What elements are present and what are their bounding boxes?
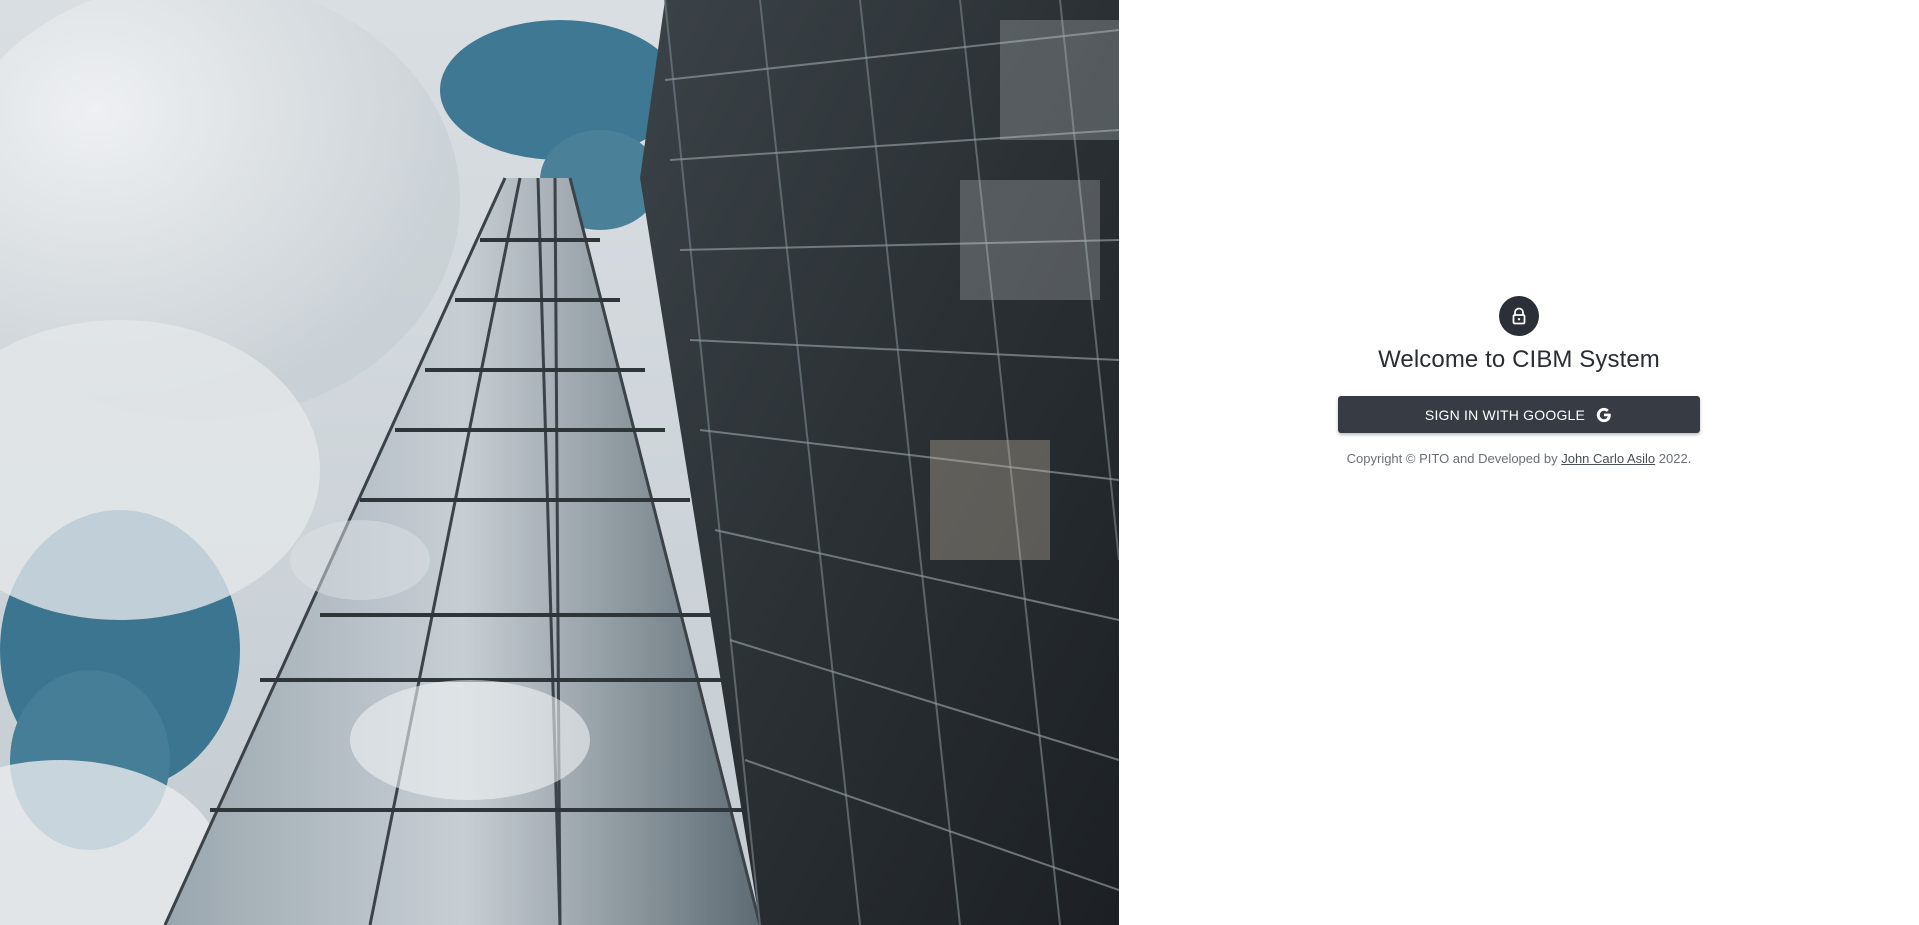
page-title: Welcome to CIBM System	[1378, 346, 1660, 373]
lock-avatar	[1499, 296, 1539, 336]
lock-icon	[1512, 307, 1526, 325]
signin-panel: Welcome to CIBM System SIGN IN WITH GOOG…	[1119, 0, 1919, 925]
sign-in-with-google-button[interactable]: SIGN IN WITH GOOGLE	[1338, 396, 1700, 433]
hero-photo-graphic	[0, 0, 1119, 925]
copyright-text: Copyright © PITO and Developed by John C…	[1338, 451, 1700, 466]
signin-form: Welcome to CIBM System SIGN IN WITH GOOG…	[1338, 296, 1700, 466]
copyright-prefix: Copyright © PITO and Developed by	[1346, 451, 1558, 466]
login-page: Welcome to CIBM System SIGN IN WITH GOOG…	[0, 0, 1919, 925]
copyright-suffix: 2022.	[1658, 451, 1692, 466]
google-button-label: SIGN IN WITH GOOGLE	[1424, 406, 1586, 423]
hero-building-image	[0, 0, 1119, 925]
developer-link[interactable]: John Carlo Asilo	[1561, 451, 1655, 466]
google-g-icon	[1595, 406, 1613, 424]
